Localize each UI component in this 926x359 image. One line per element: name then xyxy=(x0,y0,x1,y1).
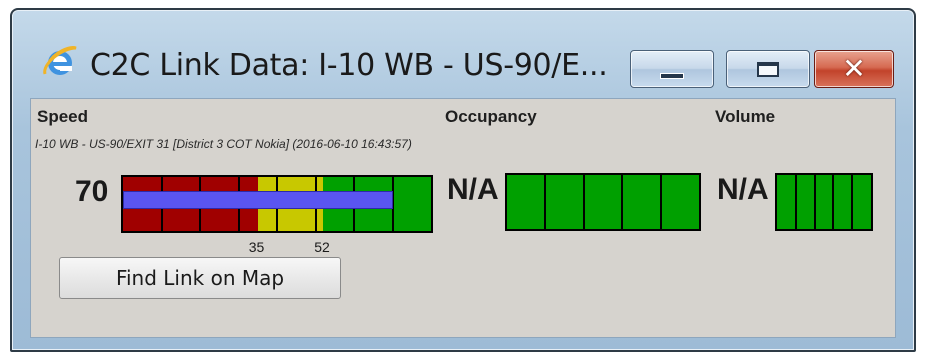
c2c-link-window: C2C Link Data: I-10 WB - US-90/E... ✕ Sp… xyxy=(10,8,916,352)
occupancy-cell-divider xyxy=(544,175,547,229)
minimize-icon xyxy=(660,73,684,79)
link-description: I-10 WB - US-90/EXIT 31 [District 3 COT … xyxy=(35,137,412,151)
speed-label: Speed xyxy=(37,107,89,126)
speed-gauge xyxy=(121,175,433,233)
find-link-on-map-button[interactable]: Find Link on Map xyxy=(59,257,341,299)
close-icon: ✕ xyxy=(842,52,866,85)
volume-label: Volume xyxy=(715,107,776,126)
volume-cell-divider xyxy=(832,175,835,229)
occupancy-cell-divider xyxy=(621,175,624,229)
speed-value: 70 xyxy=(75,175,109,208)
window-title: C2C Link Data: I-10 WB - US-90/E... xyxy=(90,48,608,83)
internet-explorer-icon xyxy=(43,46,77,75)
speed-tick-52: 52 xyxy=(314,239,330,255)
link-data-panel: Speed Occupancy Volume I-10 WB - US-90/E… xyxy=(30,98,896,338)
occupancy-gauge xyxy=(505,173,701,231)
speed-tick-35: 35 xyxy=(248,239,265,255)
volume-value: N/A xyxy=(717,173,769,206)
maximize-button[interactable] xyxy=(726,50,810,88)
occupancy-label: Occupancy xyxy=(445,107,537,126)
occupancy-value: N/A xyxy=(447,173,499,206)
volume-gauge xyxy=(775,173,873,231)
volume-cell-divider xyxy=(813,175,816,229)
occupancy-cell-divider xyxy=(582,175,585,229)
volume-cell-divider xyxy=(794,175,797,229)
volume-cell-divider xyxy=(851,175,854,229)
title-bar[interactable]: C2C Link Data: I-10 WB - US-90/E... ✕ xyxy=(12,10,914,92)
occupancy-cell-divider xyxy=(659,175,662,229)
minimize-button[interactable] xyxy=(630,50,714,88)
close-button[interactable]: ✕ xyxy=(814,50,894,88)
speed-bar xyxy=(123,191,393,209)
maximize-icon xyxy=(757,62,779,77)
